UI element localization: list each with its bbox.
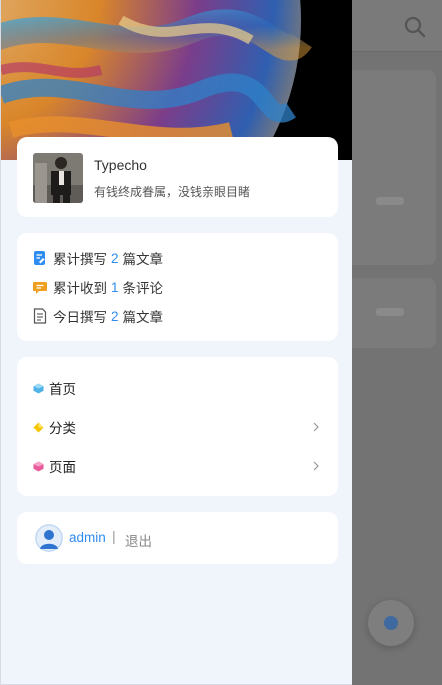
home-gem-icon [33, 382, 44, 394]
stat-posts-today: 今日撰写 2 篇文章 [33, 306, 163, 326]
user-card: admin | 退出 [17, 512, 338, 564]
stat-posts-total: 累计撰写 2 篇文章 [33, 248, 163, 268]
document-icon [33, 308, 47, 324]
background-post-card [352, 278, 436, 348]
menu-item-category[interactable]: 分类 [33, 413, 323, 441]
site-description: 有钱终成眷属，没钱亲眼目睹 [94, 185, 251, 199]
menu-item-pages[interactable]: 页面 [33, 452, 323, 480]
stat-prefix: 累计收到 [53, 281, 107, 296]
comment-icon [33, 282, 47, 294]
stat-prefix: 今日撰写 [53, 310, 107, 325]
stat-suffix: 条评论 [122, 281, 164, 296]
separator: | [112, 528, 116, 544]
logout-link[interactable]: 退出 [125, 530, 152, 550]
chevron-right-icon [313, 422, 319, 432]
stat-count: 1 [111, 279, 119, 295]
menu-item-home[interactable]: 首页 [33, 374, 323, 402]
chevron-right-icon [313, 461, 319, 471]
menu-item-label: 分类 [49, 421, 76, 436]
site-name: Typecho [94, 157, 147, 173]
background-fab-button [368, 600, 414, 646]
username-link[interactable]: admin [69, 530, 106, 545]
stat-suffix: 篇文章 [122, 310, 164, 325]
cover-image [1, 0, 352, 160]
user-avatar[interactable] [35, 524, 63, 552]
category-gem-icon [33, 421, 44, 433]
stat-count: 2 [111, 308, 119, 324]
profile-card: Typecho 有钱终成眷属，没钱亲眼目睹 [17, 137, 338, 217]
page-gem-icon [33, 460, 44, 472]
nav-menu-card: 首页 分类 页面 [17, 357, 338, 496]
background-header [352, 0, 442, 52]
edit-doc-icon [34, 251, 45, 265]
site-avatar[interactable] [33, 153, 83, 203]
background-post-card [352, 70, 436, 265]
stat-suffix: 篇文章 [122, 252, 164, 267]
search-icon [404, 16, 426, 38]
side-drawer: Typecho 有钱终成眷属，没钱亲眼目睹 累计撰写 2 篇文章 累计收到 1 … [0, 0, 352, 685]
stat-count: 2 [111, 250, 119, 266]
stat-comments-total: 累计收到 1 条评论 [33, 277, 163, 297]
menu-item-label: 页面 [49, 460, 76, 475]
stats-card: 累计撰写 2 篇文章 累计收到 1 条评论 今日撰写 2 篇文章 [17, 233, 338, 341]
menu-item-label: 首页 [49, 382, 76, 397]
stat-prefix: 累计撰写 [53, 252, 107, 267]
